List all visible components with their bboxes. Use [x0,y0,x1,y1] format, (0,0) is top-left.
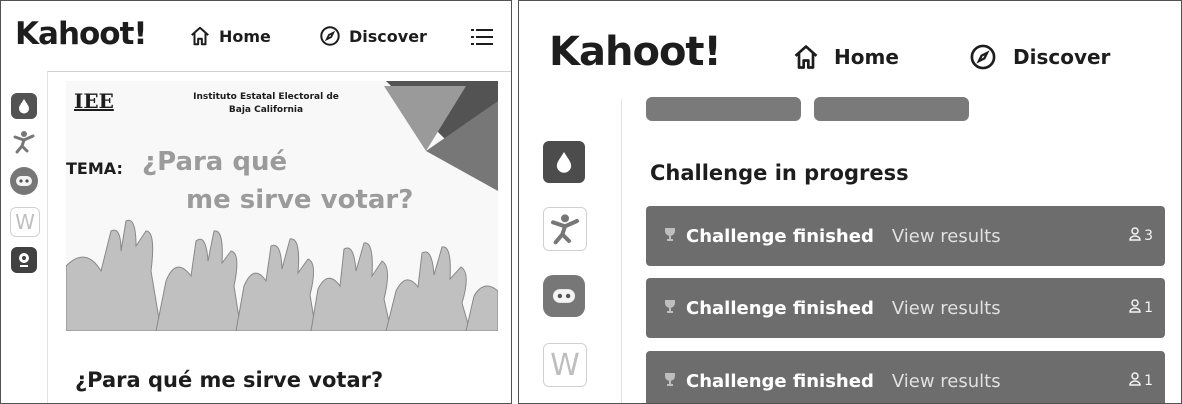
view-results-link[interactable]: View results [892,298,1001,319]
players-count-value: 3 [1144,228,1153,244]
challenge-row[interactable]: Challenge finished View results 1 [646,278,1165,338]
challenge-status: Challenge finished [686,225,874,247]
org-logo: IEE [74,89,114,113]
trophy-icon [662,298,678,318]
section-title: Challenge in progress [650,161,909,185]
view-results-link[interactable]: View results [892,371,1001,392]
nav-home[interactable]: Home [189,25,271,47]
nav-discover[interactable]: Discover [319,25,427,47]
w-icon[interactable]: W [10,207,40,237]
challenge-status: Challenge finished [686,297,874,319]
person-outline-icon [1129,299,1141,317]
players-count: 1 [1129,299,1153,317]
left-screen: Kahoot! Home Discover W IEE Instituto Es… [0,0,512,404]
challenge-status: Challenge finished [686,370,874,392]
person-icon[interactable] [543,207,587,251]
drop-icon[interactable] [543,141,585,183]
list-icon[interactable] [471,28,493,50]
w-icon[interactable]: W [543,343,587,387]
kahoot-cover-image[interactable]: IEE Instituto Estatal Electoral de Baja … [66,81,498,331]
kahoot-title: ¿Para qué me sirve votar? [75,368,384,392]
home-icon [792,43,820,71]
apps-sidebar-right: W [519,99,622,403]
challenge-row[interactable]: Challenge finished View results 1 [646,351,1165,403]
nav-discover-right[interactable]: Discover [969,43,1110,71]
poster-headline-2: me sirve votar? [186,185,414,215]
person-outline-icon [1129,227,1141,245]
kahoot-logo[interactable]: Kahoot! [15,16,148,52]
tema-label: TEMA: [66,159,123,178]
org-name-line1: Instituto Estatal Electoral de [193,92,339,102]
person-icon[interactable] [11,129,37,155]
players-count-value: 1 [1144,373,1153,389]
kahoot-logo-right[interactable]: Kahoot! [549,29,722,75]
view-results-link[interactable]: View results [892,226,1001,247]
nav-home-label-right: Home [834,45,899,69]
poster-headline-1: ¿Para qué [142,147,288,177]
nav-discover-label-right: Discover [1013,45,1111,69]
nav-home-right[interactable]: Home [792,43,899,71]
person-outline-icon [1129,372,1141,390]
action-button-1[interactable] [646,97,801,121]
apps-sidebar: W [1,71,48,403]
home-icon [189,25,211,47]
players-count: 3 [1129,227,1153,245]
top-navbar: Kahoot! Home Discover [1,1,511,72]
top-navbar-right: Kahoot! Home Discover [519,1,1181,99]
trophy-icon [662,371,678,391]
trophy-icon [662,226,678,246]
challenge-row[interactable]: Challenge finished View results 3 [646,206,1165,266]
org-name: Instituto Estatal Electoral de Baja Cali… [166,91,366,117]
drop-icon[interactable] [11,93,37,119]
players-count: 1 [1129,372,1153,390]
org-name-line2: Baja California [228,105,304,115]
nav-home-label: Home [219,26,271,46]
robot-icon[interactable] [10,167,38,195]
players-count-value: 1 [1144,300,1153,316]
action-button-2[interactable] [814,97,969,121]
compass-icon [969,43,997,71]
pin-icon[interactable] [11,247,37,273]
compass-icon [319,25,341,47]
right-screen: Kahoot! Home Discover W Challenge in pro… [518,0,1182,404]
robot-icon[interactable] [543,275,585,317]
nav-discover-label: Discover [349,26,427,46]
